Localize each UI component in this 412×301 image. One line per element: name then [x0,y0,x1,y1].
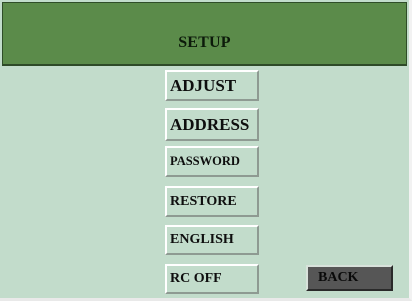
adjust-button[interactable]: ADJUST [165,70,259,101]
restore-button[interactable]: RESTORE [165,186,259,217]
page-title: SETUP [178,34,231,51]
password-button[interactable]: PASSWORD [165,146,259,177]
address-button[interactable]: ADDRESS [165,108,259,141]
rc-off-button[interactable]: RC OFF [165,264,259,294]
language-english-button[interactable]: ENGLISH [165,225,259,255]
back-button[interactable]: BACK [306,265,393,291]
header-bar: SETUP [2,2,407,66]
setup-screen: SETUP ADJUST ADDRESS PASSWORD RESTORE EN… [0,0,412,301]
